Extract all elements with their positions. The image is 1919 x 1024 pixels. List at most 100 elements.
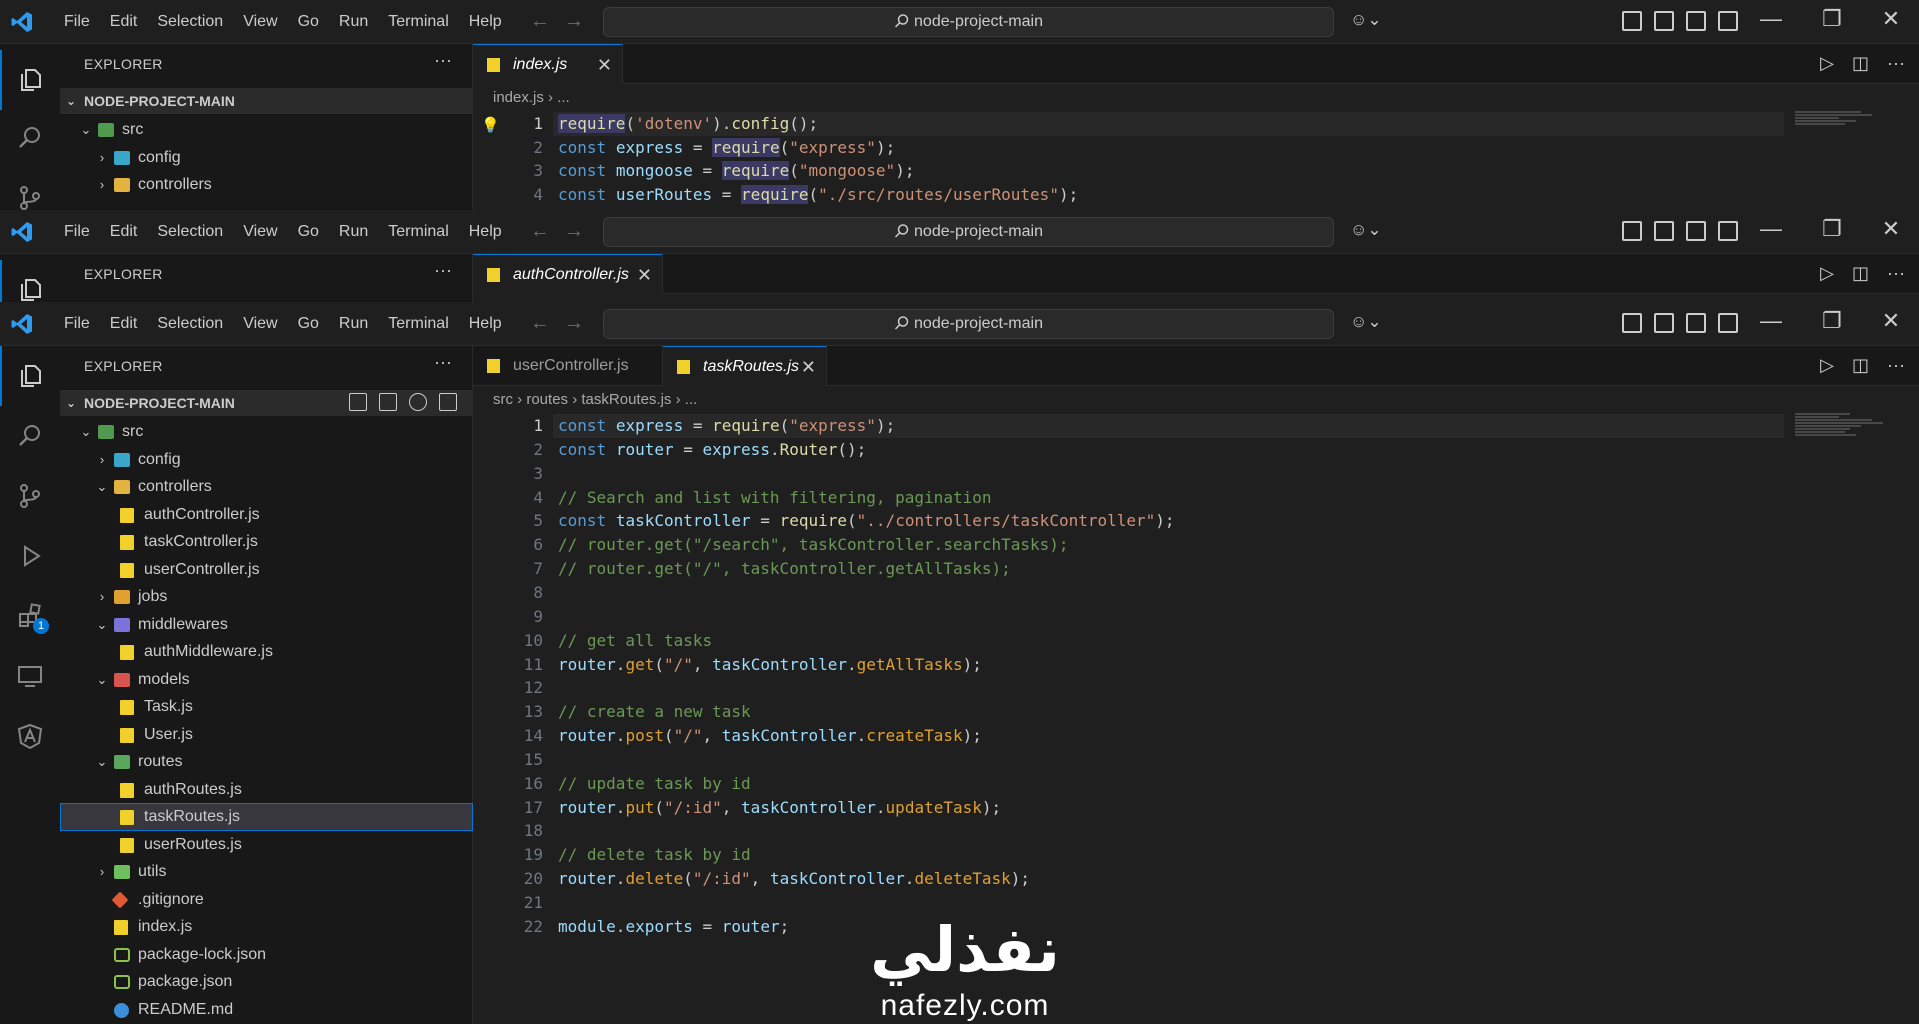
- menu-go[interactable]: Go: [288, 315, 329, 333]
- menu-file[interactable]: File: [54, 13, 100, 31]
- nav-arrows-icon[interactable]: ←→: [530, 10, 598, 33]
- collapse-all-icon[interactable]: [439, 393, 457, 411]
- run-icon[interactable]: ▷: [1820, 355, 1834, 376]
- menu-help[interactable]: Help: [459, 223, 512, 241]
- vscode-logo-icon[interactable]: [10, 220, 34, 244]
- close-icon[interactable]: ✕: [1882, 6, 1900, 32]
- more-actions-icon[interactable]: ···: [434, 260, 452, 281]
- toggle-panel-icon[interactable]: [1686, 313, 1706, 333]
- code-line[interactable]: const mongoose = require("mongoose");: [558, 161, 914, 181]
- project-section-header[interactable]: ⌄ NODE-PROJECT-MAIN: [60, 390, 473, 416]
- tree-item-authroutes-js[interactable]: authRoutes.js: [60, 776, 473, 804]
- code-line[interactable]: const taskController = require("../contr…: [558, 511, 1175, 530]
- close-tab-icon[interactable]: ✕: [597, 45, 612, 85]
- tree-item-usercontroller-js[interactable]: userController.js: [60, 556, 473, 584]
- code-line[interactable]: const userRoutes = require("./src/routes…: [558, 184, 1078, 204]
- toggle-panel-icon[interactable]: [1686, 11, 1706, 31]
- menu-run[interactable]: Run: [329, 315, 378, 333]
- minimize-icon[interactable]: —: [1760, 216, 1782, 242]
- tree-item-config[interactable]: › config: [60, 144, 473, 172]
- close-icon[interactable]: ✕: [1882, 216, 1900, 242]
- tree-item-index-js[interactable]: index.js: [60, 913, 473, 941]
- more-actions-icon[interactable]: ···: [1887, 263, 1905, 284]
- run-icon[interactable]: ▷: [1820, 53, 1834, 74]
- command-center-search[interactable]: node-project-main: [603, 309, 1334, 339]
- tree-item-models[interactable]: ⌄ models: [60, 666, 473, 694]
- copilot-icon[interactable]: ☺⌄: [1350, 10, 1382, 30]
- nav-arrows-icon[interactable]: ←→: [530, 312, 598, 335]
- more-actions-icon[interactable]: ···: [1887, 355, 1905, 376]
- code-line[interactable]: // Search and list with filtering, pagin…: [558, 488, 991, 507]
- tree-item-package-lock-json[interactable]: package-lock.json: [60, 941, 473, 969]
- toggle-panel-icon[interactable]: [1686, 221, 1706, 241]
- tree-item-package-json[interactable]: package.json: [60, 968, 473, 996]
- search-view-icon[interactable]: [0, 406, 60, 466]
- breadcrumb-item[interactable]: routes: [526, 391, 568, 408]
- menu-file[interactable]: File: [54, 315, 100, 333]
- search-view-icon[interactable]: [0, 108, 60, 168]
- breadcrumb-item[interactable]: ...: [685, 391, 698, 408]
- breadcrumb-item[interactable]: taskRoutes.js: [581, 391, 671, 408]
- tree-item-src[interactable]: ⌄ src: [60, 116, 473, 144]
- code-line[interactable]: const express = require("express");: [558, 137, 895, 157]
- menu-edit[interactable]: Edit: [100, 315, 148, 333]
- run-icon[interactable]: ▷: [1820, 263, 1834, 284]
- tab-auth-controller-js[interactable]: authController.js ✕: [473, 254, 663, 294]
- menu-view[interactable]: View: [233, 315, 287, 333]
- code-line[interactable]: router.post("/", taskController.createTa…: [558, 726, 982, 745]
- restore-icon[interactable]: ❐: [1822, 216, 1842, 242]
- tab-index-js[interactable]: index.js ✕: [473, 44, 623, 84]
- tree-item-src[interactable]: ⌄ src: [60, 418, 473, 446]
- tree-item-task-js[interactable]: Task.js: [60, 693, 473, 721]
- source-control-icon[interactable]: [0, 168, 60, 210]
- code-line[interactable]: module.exports = router;: [558, 917, 789, 936]
- breadcrumb-item[interactable]: src: [493, 391, 513, 408]
- tree-item--gitignore[interactable]: .gitignore: [60, 886, 473, 914]
- explorer-icon[interactable]: [0, 346, 60, 406]
- customize-layout-icon[interactable]: [1622, 221, 1642, 241]
- customize-layout-icon[interactable]: [1622, 11, 1642, 31]
- menu-selection[interactable]: Selection: [147, 315, 233, 333]
- copilot-icon[interactable]: ☺⌄: [1350, 220, 1382, 240]
- new-file-icon[interactable]: [349, 393, 367, 411]
- source-control-icon[interactable]: [0, 466, 60, 526]
- remote-explorer-icon[interactable]: [0, 646, 60, 706]
- tree-item-utils[interactable]: › utils: [60, 858, 473, 886]
- toggle-sidebar-icon[interactable]: [1654, 11, 1674, 31]
- code-line[interactable]: router.delete("/:id", taskController.del…: [558, 869, 1030, 888]
- toggle-secondary-sidebar-icon[interactable]: [1718, 221, 1738, 241]
- toggle-secondary-sidebar-icon[interactable]: [1718, 313, 1738, 333]
- lightbulb-icon[interactable]: 💡: [481, 116, 500, 134]
- code-line[interactable]: router.put("/:id", taskController.update…: [558, 798, 1001, 817]
- menu-go[interactable]: Go: [288, 13, 329, 31]
- close-tab-icon[interactable]: ✕: [801, 347, 816, 387]
- command-center-search[interactable]: node-project-main: [603, 217, 1334, 247]
- minimap[interactable]: [1795, 412, 1905, 532]
- tree-item-config[interactable]: › config: [60, 446, 473, 474]
- customize-layout-icon[interactable]: [1622, 313, 1642, 333]
- code-line[interactable]: const router = express.Router();: [558, 440, 866, 459]
- breadcrumb-item[interactable]: index.js: [493, 89, 544, 106]
- menu-view[interactable]: View: [233, 13, 287, 31]
- breadcrumb-item[interactable]: ...: [557, 89, 570, 106]
- tree-item-authcontroller-js[interactable]: authController.js: [60, 501, 473, 529]
- new-folder-icon[interactable]: [379, 393, 397, 411]
- copilot-icon[interactable]: ☺⌄: [1350, 312, 1382, 332]
- tree-item-middlewares[interactable]: ⌄ middlewares: [60, 611, 473, 639]
- split-editor-icon[interactable]: ◫: [1852, 263, 1869, 284]
- vscode-logo-icon[interactable]: [10, 10, 34, 34]
- more-actions-icon[interactable]: ···: [434, 352, 452, 373]
- menu-terminal[interactable]: Terminal: [378, 315, 458, 333]
- menu-help[interactable]: Help: [459, 13, 512, 31]
- tree-item-user-js[interactable]: User.js: [60, 721, 473, 749]
- tree-item-taskroutes-js[interactable]: taskRoutes.js: [60, 803, 473, 831]
- menu-selection[interactable]: Selection: [147, 223, 233, 241]
- command-center-search[interactable]: node-project-main: [603, 7, 1334, 37]
- code-line[interactable]: // router.get("/", taskController.getAll…: [558, 559, 1011, 578]
- tree-item-authmiddleware-js[interactable]: authMiddleware.js: [60, 638, 473, 666]
- menu-file[interactable]: File: [54, 223, 100, 241]
- menu-run[interactable]: Run: [329, 223, 378, 241]
- menu-terminal[interactable]: Terminal: [378, 223, 458, 241]
- split-editor-icon[interactable]: ◫: [1852, 53, 1869, 74]
- tree-item-routes[interactable]: ⌄ routes: [60, 748, 473, 776]
